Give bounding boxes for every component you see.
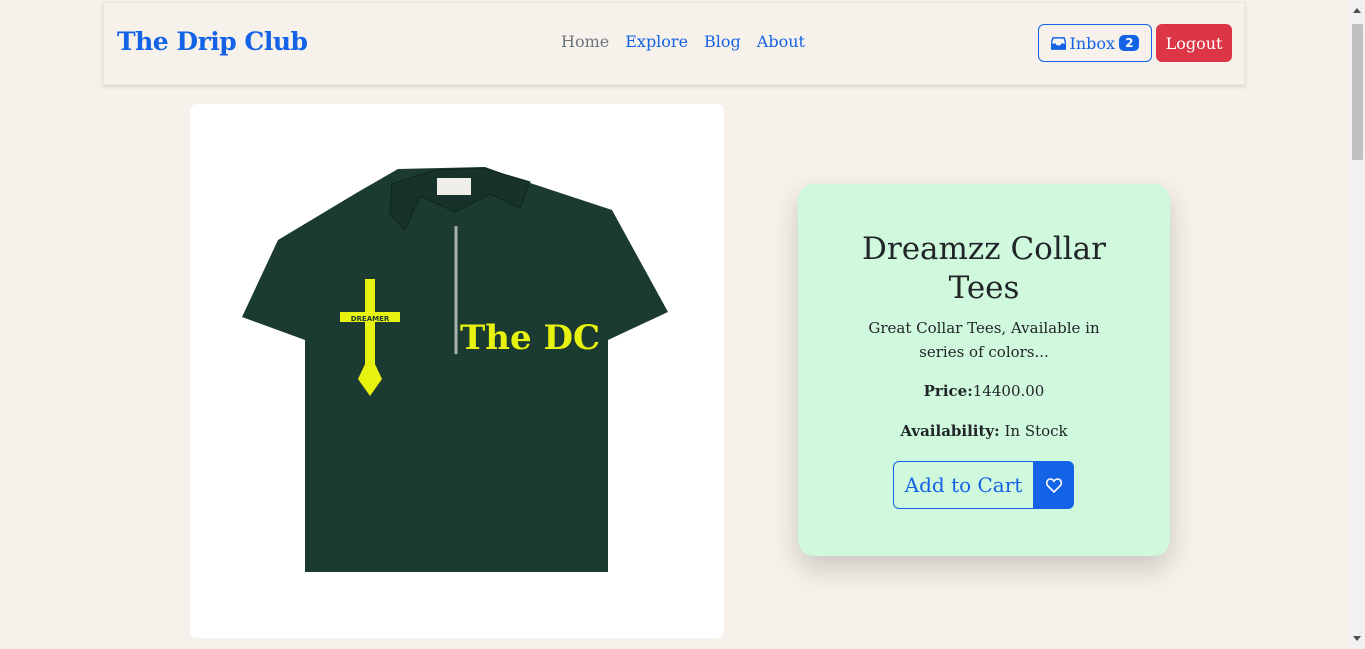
collar-tag [437, 178, 471, 195]
product-image-card: DREAMER The DC [190, 104, 724, 638]
add-to-cart-button[interactable]: Add to Cart [893, 461, 1033, 509]
price-label: Price: [923, 382, 973, 400]
inbox-icon [1050, 36, 1066, 50]
page-scrollbar[interactable] [1349, 0, 1365, 649]
nav-link-blog[interactable]: Blog [704, 32, 741, 51]
product-info-card: Dreamzz Collar Tees Great Collar Tees, A… [798, 184, 1170, 556]
scroll-thumb[interactable] [1352, 24, 1363, 160]
heart-icon [1045, 477, 1062, 493]
product-image: DREAMER The DC [242, 167, 668, 572]
nav-links: Home Explore Blog About [561, 32, 805, 51]
brand-logo[interactable]: The Drip Club [117, 27, 308, 56]
wishlist-button[interactable] [1033, 461, 1074, 509]
logout-button[interactable]: Logout [1156, 24, 1232, 62]
product-title: Dreamzz Collar Tees [862, 231, 1106, 306]
product-price: Price:14400.00 [798, 382, 1170, 400]
cart-button-group: Add to Cart [893, 461, 1074, 509]
scroll-down-arrow-icon[interactable] [1353, 636, 1361, 641]
inbox-count-badge: 2 [1119, 35, 1140, 51]
nav-link-home[interactable]: Home [561, 32, 609, 51]
nav-link-about[interactable]: About [757, 32, 805, 51]
dc-print: The DC [460, 318, 600, 358]
price-value: 14400.00 [972, 382, 1045, 400]
inbox-label: Inbox [1069, 33, 1116, 53]
nav-link-explore[interactable]: Explore [625, 32, 688, 51]
inbox-button[interactable]: Inbox 2 [1038, 24, 1152, 62]
scroll-up-arrow-icon[interactable] [1353, 8, 1361, 13]
product-availability: Availability: In Stock [798, 422, 1170, 440]
product-description: Great Collar Tees, Available in series o… [868, 319, 1100, 361]
cross-text: DREAMER [351, 315, 390, 323]
navbar: The Drip Club Home Explore Blog About In… [103, 2, 1245, 85]
availability-value: In Stock [1004, 422, 1068, 440]
availability-label: Availability: [900, 422, 1000, 440]
